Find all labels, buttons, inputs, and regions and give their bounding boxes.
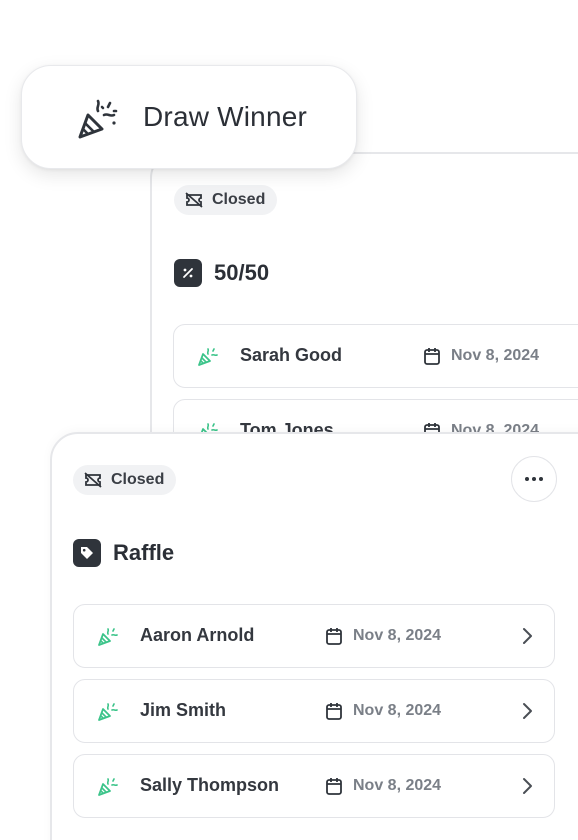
party-popper-icon [98, 703, 118, 721]
calendar-icon [424, 348, 440, 365]
card-title-row: Raffle [73, 539, 174, 567]
more-icon [525, 477, 529, 481]
closed-ticket-icon [84, 472, 102, 488]
party-popper-icon [78, 99, 118, 139]
card-title: 50/50 [214, 260, 270, 285]
list-item[interactable]: Jim Smith Nov 8, 2024 [73, 679, 555, 743]
party-popper-icon [98, 628, 118, 646]
entry-date: Nov 8, 2024 [353, 627, 442, 644]
percent-icon [174, 259, 202, 287]
party-popper-icon [198, 348, 218, 366]
draw-winner-button[interactable]: Draw Winner [21, 65, 357, 169]
chevron-right-icon[interactable] [520, 701, 534, 721]
entry-name: Sarah Good [240, 345, 343, 365]
more-options-button[interactable] [511, 456, 557, 502]
status-label: Closed [212, 191, 266, 208]
closed-ticket-icon [185, 192, 203, 208]
entry-name: Jim Smith [140, 700, 227, 720]
calendar-icon [326, 628, 342, 645]
status-badge: Closed [174, 185, 278, 215]
party-popper-icon [98, 778, 118, 796]
entry-date: Nov 8, 2024 [353, 777, 442, 794]
list-item[interactable]: Aaron Arnold Nov 8, 2024 [73, 604, 555, 668]
stage: Closed 50/50 Sarah Good Nov 8, 2024 Tom … [0, 0, 578, 840]
calendar-icon [326, 778, 342, 795]
list-item[interactable]: Sally Thompson Nov 8, 2024 [73, 754, 555, 818]
chevron-right-icon[interactable] [520, 626, 534, 646]
card-title: Raffle [113, 540, 175, 565]
tag-icon [73, 539, 101, 567]
chevron-right-icon[interactable] [520, 776, 534, 796]
list-item[interactable]: Sarah Good Nov 8, 2024 [173, 324, 578, 388]
entry-date: Nov 8, 2024 [451, 347, 540, 364]
card-title-row: 50/50 [174, 259, 269, 287]
draw-winner-label: Draw Winner [143, 101, 308, 132]
entry-date: Nov 8, 2024 [353, 702, 442, 719]
status-label: Closed [111, 471, 165, 488]
entry-name: Sally Thompson [140, 775, 280, 795]
card-raffle: Closed Raffle Aaron Arnold Nov 8, 2024 J… [50, 432, 578, 840]
status-badge: Closed [73, 465, 177, 495]
calendar-icon [326, 703, 342, 720]
entry-name: Aaron Arnold [140, 625, 255, 645]
